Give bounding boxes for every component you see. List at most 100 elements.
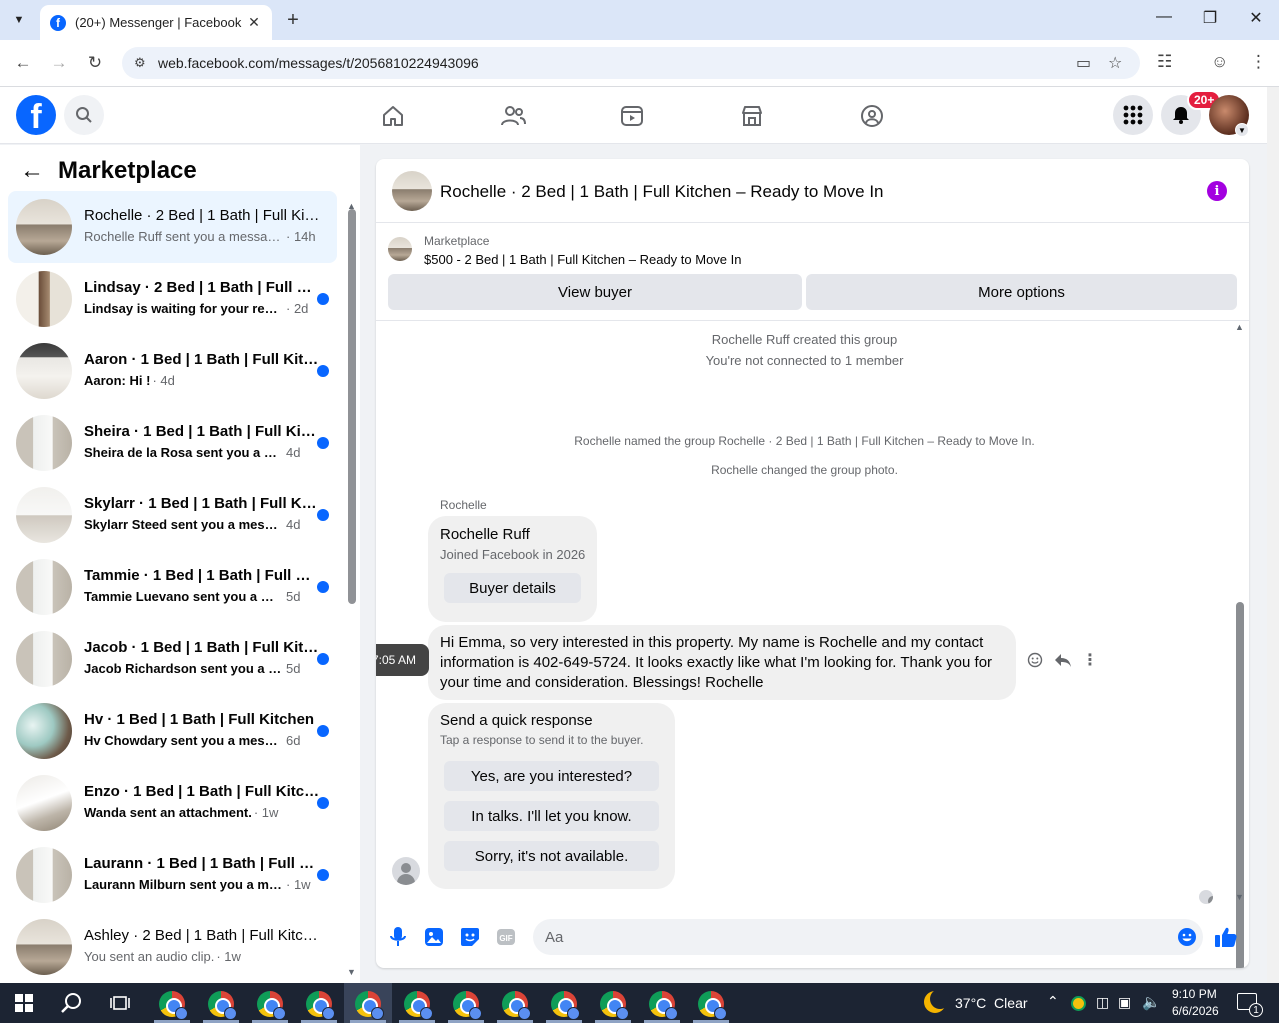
sender-name: Rochelle xyxy=(440,498,487,512)
chrome-app-icon[interactable] xyxy=(453,991,482,1020)
chevron-down-icon[interactable]: ▼ xyxy=(1235,123,1249,137)
new-tab-button[interactable]: + xyxy=(282,8,304,32)
minimize-button[interactable]: — xyxy=(1149,8,1179,26)
moon-weather-icon[interactable] xyxy=(924,989,950,1013)
chrome-app-icon[interactable] xyxy=(404,991,433,1020)
clock-date[interactable]: 6/6/2026 xyxy=(1172,1004,1219,1018)
conversation-name: Laurann · 1 Bed | 1 Bath | Full Kitchen xyxy=(84,855,320,872)
forward-button[interactable]: → xyxy=(47,51,71,75)
scroll-down-arrow-icon[interactable]: ▼ xyxy=(1235,892,1244,902)
react-emoji-icon[interactable] xyxy=(1024,649,1046,671)
close-tab-icon[interactable]: ✕ xyxy=(246,14,262,31)
conversation-preview: Hv Chowdary sent you a message 6d xyxy=(84,733,301,748)
microphone-icon[interactable] xyxy=(386,925,410,949)
listing-title[interactable]: $500 - 2 Bed | 1 Bath | Full Kitchen – R… xyxy=(424,252,742,267)
chrome-app-icon[interactable] xyxy=(600,991,629,1020)
extensions-icon[interactable]: ☷ xyxy=(1157,52,1172,72)
tab-search-button[interactable]: ▼ xyxy=(6,7,32,33)
search-icon[interactable] xyxy=(64,95,104,135)
page-scrollbar[interactable] xyxy=(1267,87,1279,983)
bookmark-star-icon[interactable]: ☆ xyxy=(1108,53,1122,73)
listing-thumbnail[interactable] xyxy=(388,237,412,261)
meet-now-icon[interactable]: ◫ xyxy=(1096,994,1109,1011)
windows-start-icon[interactable] xyxy=(10,989,38,1017)
quick-response-button[interactable]: Yes, are you interested? xyxy=(444,761,659,791)
clock-time[interactable]: 9:10 PM xyxy=(1172,987,1217,1001)
groups-icon[interactable] xyxy=(855,99,889,133)
like-thumb-icon[interactable] xyxy=(1214,925,1238,949)
back-button[interactable]: ← xyxy=(11,51,35,75)
scroll-up-arrow-icon[interactable]: ▲ xyxy=(347,201,356,211)
menu-grid-icon[interactable] xyxy=(1113,95,1153,135)
unread-dot xyxy=(317,581,329,593)
chrome-app-icon[interactable] xyxy=(698,991,727,1020)
scroll-down-arrow-icon[interactable]: ▼ xyxy=(347,967,356,977)
reload-button[interactable]: ↻ xyxy=(83,51,107,75)
chrome-app-icon[interactable] xyxy=(159,991,188,1020)
chrome-app-icon[interactable] xyxy=(257,991,286,1020)
message-scrollbar-thumb[interactable] xyxy=(1236,602,1244,968)
address-bar[interactable]: ⚙ web.facebook.com/messages/t/2056810224… xyxy=(122,47,1140,79)
install-app-icon[interactable]: ▭ xyxy=(1076,53,1091,73)
conversation-item[interactable]: Aaron · 1 Bed | 1 Bath | Full Kitchen Aa… xyxy=(8,335,337,407)
conversation-item[interactable]: Ashley · 2 Bed | 1 Bath | Full Kitchen Y… xyxy=(8,911,337,983)
chrome-app-icon[interactable] xyxy=(649,991,678,1020)
conversation-item[interactable]: Jacob · 1 Bed | 1 Bath | Full Kitchen Ja… xyxy=(8,623,337,695)
chrome-app-icon[interactable] xyxy=(208,991,237,1020)
conversation-item[interactable]: Enzo · 1 Bed | 1 Bath | Full Kitchen Wan… xyxy=(8,767,337,839)
marketplace-label: Marketplace xyxy=(424,234,490,248)
tray-app-icon[interactable] xyxy=(1071,996,1086,1011)
profile-icon[interactable]: ☺ xyxy=(1211,52,1228,72)
home-icon[interactable] xyxy=(376,99,410,133)
conversation-item[interactable]: Tammie · 1 Bed | 1 Bath | Full Kitchen T… xyxy=(8,551,337,623)
conversation-item[interactable]: Laurann · 1 Bed | 1 Bath | Full Kitchen … xyxy=(8,839,337,911)
quick-response-button[interactable]: In talks. I'll let you know. xyxy=(444,801,659,831)
taskbar-search-icon[interactable] xyxy=(58,989,86,1017)
browser-tab[interactable]: f (20+) Messenger | Facebook ✕ xyxy=(40,5,272,40)
sender-avatar[interactable] xyxy=(392,857,420,885)
conversation-avatar xyxy=(16,703,72,759)
chrome-app-icon[interactable] xyxy=(355,991,384,1020)
more-actions-icon[interactable]: ⋮ xyxy=(1079,649,1101,671)
sticker-icon[interactable] xyxy=(458,925,482,949)
message-text: Hi Emma, so very interested in this prop… xyxy=(440,634,993,691)
conversation-item[interactable]: Hv · 1 Bed | 1 Bath | Full Kitchen Hv Ch… xyxy=(8,695,337,767)
quick-response-button[interactable]: Sorry, it's not available. xyxy=(444,841,659,871)
chrome-app-icon[interactable] xyxy=(551,991,580,1020)
conversation-item[interactable]: Lindsay · 2 Bed | 1 Bath | Full Kitchen … xyxy=(8,263,337,335)
volume-icon[interactable]: 🔈 xyxy=(1142,993,1161,1011)
info-icon[interactable]: i xyxy=(1207,181,1227,201)
weather-text[interactable]: 37°C Clear xyxy=(955,995,1028,1011)
marketplace-icon[interactable] xyxy=(735,99,769,133)
reply-icon[interactable] xyxy=(1052,649,1074,671)
site-settings-icon[interactable]: ⚙ xyxy=(134,55,146,71)
tray-chevron-up-icon[interactable]: ⌃ xyxy=(1047,993,1059,1010)
back-arrow-icon[interactable]: ← xyxy=(20,157,44,185)
group-avatar[interactable] xyxy=(392,171,432,211)
chrome-menu-icon[interactable]: ⋮ xyxy=(1250,52,1267,72)
sidebar-scrollbar-thumb[interactable] xyxy=(348,209,356,604)
conversation-item[interactable]: Sheira · 1 Bed | 1 Bath | Full Kitchen S… xyxy=(8,407,337,479)
buyer-details-button[interactable]: Buyer details xyxy=(444,573,581,603)
network-icon[interactable]: ▣ xyxy=(1118,994,1131,1011)
chrome-app-icon[interactable] xyxy=(306,991,335,1020)
restore-button[interactable]: ❐ xyxy=(1195,8,1225,28)
message-input[interactable]: Aa xyxy=(533,919,1203,955)
facebook-logo-icon[interactable]: f xyxy=(16,95,56,135)
photo-icon[interactable] xyxy=(422,925,446,949)
view-buyer-button[interactable]: View buyer xyxy=(388,274,802,310)
conversation-preview: Tammie Luevano sent you a message5d xyxy=(84,589,301,604)
scroll-up-arrow-icon[interactable]: ▲ xyxy=(1235,322,1244,332)
gif-icon[interactable]: GIF xyxy=(494,925,518,949)
more-options-button[interactable]: More options xyxy=(806,274,1237,310)
message-bubble[interactable]: Hi Emma, so very interested in this prop… xyxy=(428,625,1016,700)
emoji-icon[interactable] xyxy=(1175,925,1199,949)
chrome-app-icon[interactable] xyxy=(502,991,531,1020)
close-window-button[interactable]: ✕ xyxy=(1241,8,1271,28)
chat-title[interactable]: Rochelle · 2 Bed | 1 Bath | Full Kitchen… xyxy=(440,182,884,202)
task-view-icon[interactable] xyxy=(106,989,134,1017)
video-icon[interactable] xyxy=(615,99,649,133)
friends-icon[interactable] xyxy=(496,99,530,133)
conversation-item[interactable]: Rochelle · 2 Bed | 1 Bath | Full Kitchen… xyxy=(8,191,337,263)
conversation-item[interactable]: Skylarr · 1 Bed | 1 Bath | Full Kitchen … xyxy=(8,479,337,551)
